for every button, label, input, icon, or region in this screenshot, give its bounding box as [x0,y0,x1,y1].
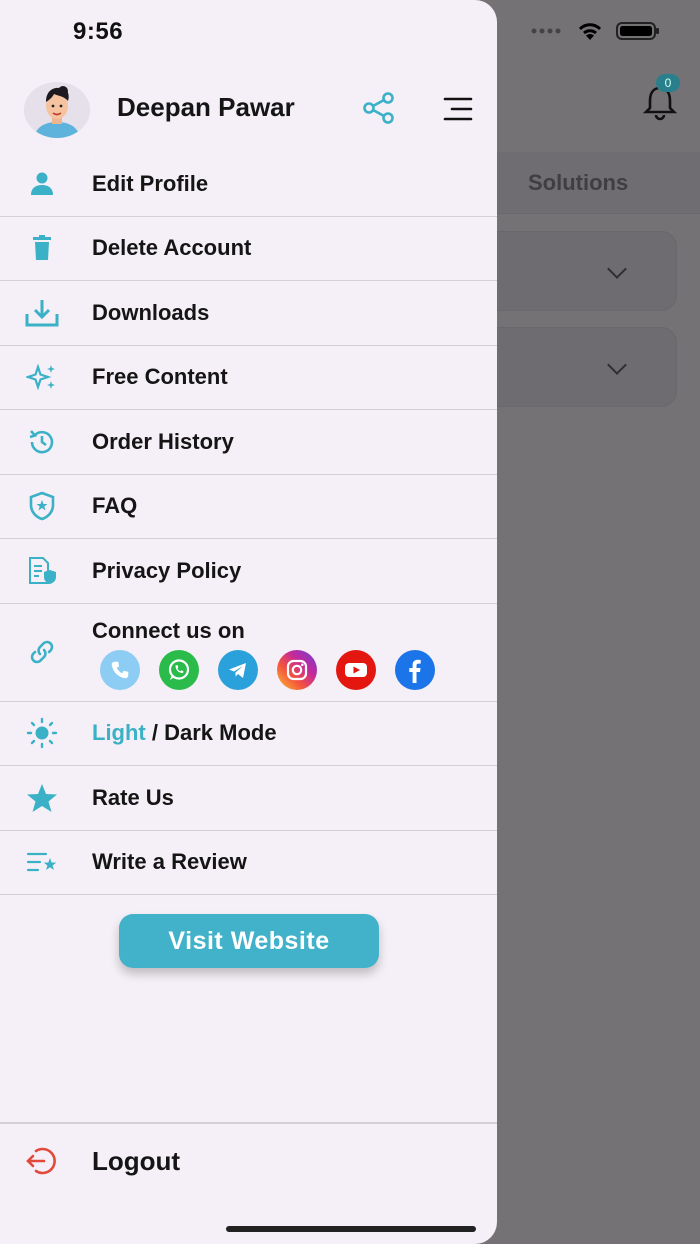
battery-icon [616,22,659,40]
menu-item-label: Write a Review [92,849,247,875]
theme-mode-label: Light / Dark Mode [92,720,277,746]
menu-item-downloads[interactable]: Downloads [0,281,497,346]
connect-label: Connect us on [92,617,245,643]
review-list-icon [24,845,60,879]
telegram-icon[interactable] [218,649,258,690]
download-icon [24,296,60,330]
menu-item-label: FAQ [92,493,138,519]
history-icon [24,425,60,459]
menu-item-label: Rate Us [92,784,174,810]
sun-icon [24,716,60,750]
menu-item-label: Edit Profile [92,170,209,196]
menu-item-label: Downloads [92,299,210,325]
star-icon [24,781,60,815]
signal-dots-icon [531,28,561,34]
menu-item-write-review[interactable]: Write a Review [0,831,497,895]
logout-icon [26,1147,56,1175]
instagram-icon[interactable] [277,649,317,690]
share-icon[interactable] [362,92,396,124]
tab-solutions[interactable]: Solutions [528,170,628,196]
dark-mode-label[interactable]: / Dark Mode [146,720,277,745]
menu-item-rate-us[interactable]: Rate Us [0,766,497,831]
logout-button[interactable]: Logout [0,1130,497,1192]
person-icon [24,167,60,201]
social-links [100,649,435,690]
drawer-menu: Edit Profile Delete Account Downloads Fr… [0,152,497,895]
avatar[interactable] [24,82,90,138]
menu-item-free-content[interactable]: Free Content [0,346,497,410]
phone-icon[interactable] [100,649,140,690]
menu-icon[interactable] [442,96,474,122]
chevron-down-icon [607,259,627,279]
shield-star-icon [24,489,60,523]
avatar-illustration [24,82,90,138]
menu-item-faq[interactable]: FAQ [0,475,497,539]
light-mode-label[interactable]: Light [92,720,146,745]
menu-item-label: Free Content [92,364,228,390]
menu-item-label: Privacy Policy [92,557,242,583]
sparkles-icon [24,360,60,394]
drawer-header: Deepan Pawar [0,78,497,140]
visit-website-button[interactable]: Visit Website [119,914,379,968]
notification-badge: 0 [656,74,680,92]
menu-item-connect: Connect us on [0,604,497,702]
menu-item-privacy-policy[interactable]: Privacy Policy [0,539,497,604]
user-name: Deepan Pawar [117,92,295,122]
link-icon [24,635,60,669]
logout-label: Logout [92,1146,181,1176]
facebook-icon[interactable] [395,649,435,690]
chevron-down-icon [607,355,627,375]
divider [0,1122,497,1124]
menu-item-delete-account[interactable]: Delete Account [0,217,497,281]
menu-item-label: Order History [92,428,234,454]
youtube-icon[interactable] [336,649,376,690]
document-shield-icon [24,554,60,588]
menu-item-order-history[interactable]: Order History [0,410,497,475]
whatsapp-icon[interactable] [159,649,199,690]
menu-item-theme-mode[interactable]: Light / Dark Mode [0,702,497,766]
wifi-icon [578,23,602,40]
status-time: 9:56 [73,18,124,45]
menu-item-edit-profile[interactable]: Edit Profile [0,152,497,217]
status-icons [530,20,660,42]
menu-item-label: Delete Account [92,235,252,261]
side-drawer: 9:56 Deepan Pawar Edit Profile Delete Ac… [0,0,497,1244]
home-indicator [226,1226,476,1232]
trash-icon [24,231,60,265]
